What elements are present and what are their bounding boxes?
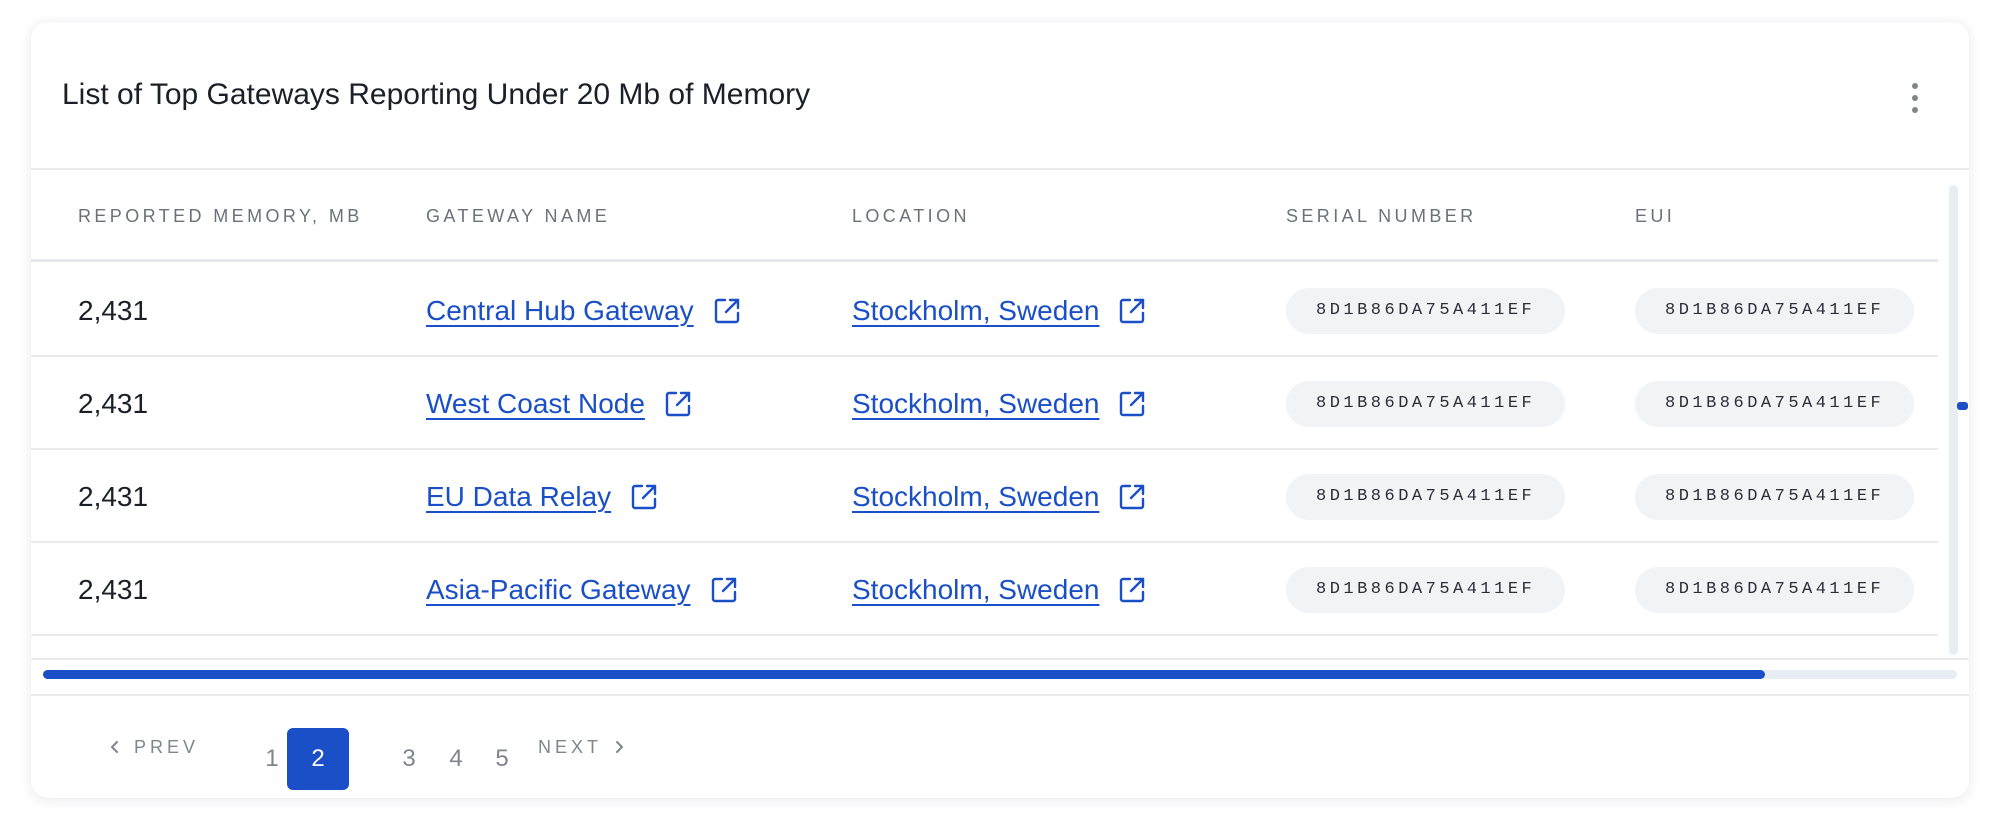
eui-cell: 8D1B86DA75A411EF (1635, 357, 1915, 450)
table-row: 2,431 West Coast Node Stockholm, Sweden … (31, 357, 1938, 450)
location-link[interactable]: Stockholm, Sweden (852, 388, 1099, 420)
card-header: List of Top Gateways Reporting Under 20 … (31, 22, 1969, 170)
serial-number-chip: 8D1B86DA75A411EF (1286, 380, 1566, 427)
eui-chip: 8D1B86DA75A411EF (1635, 566, 1915, 613)
memory-value: 2,431 (78, 573, 149, 605)
vertical-scrollbar-thumb[interactable] (1957, 402, 1968, 410)
table-row: 2,431 Asia-Pacific Gateway Stockholm, Sw… (31, 543, 1938, 636)
kebab-menu-icon[interactable] (1905, 79, 1925, 117)
location-cell: Stockholm, Sweden (852, 264, 1147, 357)
external-link-icon[interactable] (709, 575, 739, 605)
gateway-cell: West Coast Node (426, 357, 693, 450)
eui-chip: 8D1B86DA75A411EF (1635, 380, 1915, 427)
next-label: NEXT (538, 736, 603, 757)
serial-number-chip: 8D1B86DA75A411EF (1286, 566, 1566, 613)
serial-cell: 8D1B86DA75A411EF (1286, 357, 1566, 450)
gateway-name-link[interactable]: West Coast Node (426, 388, 645, 420)
gateway-cell: Asia-Pacific Gateway (426, 543, 739, 636)
eui-chip: 8D1B86DA75A411EF (1635, 287, 1915, 334)
vertical-scrollbar[interactable] (1949, 185, 1958, 655)
serial-number-chip: 8D1B86DA75A411EF (1286, 473, 1566, 520)
memory-cell: 2,431 (78, 264, 148, 357)
gateway-name-link[interactable]: Central Hub Gateway (426, 295, 694, 327)
location-link[interactable]: Stockholm, Sweden (852, 295, 1099, 327)
serial-cell: 8D1B86DA75A411EF (1286, 264, 1566, 357)
serial-cell: 8D1B86DA75A411EF (1286, 450, 1566, 543)
table-header: REPORTED MEMORY, MB GATEWAY NAME LOCATIO… (31, 170, 1938, 262)
gateway-name-link[interactable]: EU Data Relay (426, 481, 611, 513)
prev-label: PREV (134, 736, 200, 757)
column-header-memory[interactable]: REPORTED MEMORY, MB (78, 170, 363, 262)
page-4-button[interactable]: 4 (434, 728, 478, 790)
location-cell: Stockholm, Sweden (852, 357, 1147, 450)
memory-cell: 2,431 (78, 543, 148, 636)
location-link[interactable]: Stockholm, Sweden (852, 574, 1099, 606)
card-title: List of Top Gateways Reporting Under 20 … (62, 78, 811, 111)
external-link-icon[interactable] (1117, 389, 1147, 419)
gateway-cell: EU Data Relay (426, 450, 659, 543)
chevron-left-icon (111, 741, 118, 753)
eui-cell: 8D1B86DA75A411EF (1635, 264, 1915, 357)
serial-cell: 8D1B86DA75A411EF (1286, 543, 1566, 636)
eui-chip: 8D1B86DA75A411EF (1635, 473, 1915, 520)
gateways-table: REPORTED MEMORY, MB GATEWAY NAME LOCATIO… (31, 170, 1938, 654)
gateway-cell: Central Hub Gateway (426, 264, 742, 357)
external-link-icon[interactable] (663, 389, 693, 419)
external-link-icon[interactable] (1117, 575, 1147, 605)
column-header-gateway-name[interactable]: GATEWAY NAME (426, 170, 610, 262)
page-3-button[interactable]: 3 (387, 728, 431, 790)
external-link-icon[interactable] (1117, 482, 1147, 512)
location-cell: Stockholm, Sweden (852, 450, 1147, 543)
table-row: 2,431 Central Hub Gateway Stockholm, Swe… (31, 264, 1938, 357)
prev-page-button[interactable]: PREV (108, 696, 199, 798)
external-link-icon[interactable] (712, 296, 742, 326)
horizontal-scrollbar[interactable] (43, 670, 1957, 679)
table-row: 2,431 EU Data Relay Stockholm, Sweden 8D… (31, 450, 1938, 543)
external-link-icon[interactable] (1117, 296, 1147, 326)
column-header-location[interactable]: LOCATION (852, 170, 970, 262)
eui-cell: 8D1B86DA75A411EF (1635, 543, 1915, 636)
next-page-button[interactable]: NEXT (538, 696, 626, 798)
memory-value: 2,431 (78, 480, 149, 512)
chevron-right-icon (616, 741, 624, 753)
location-cell: Stockholm, Sweden (852, 543, 1147, 636)
page-2-button-current[interactable]: 2 (287, 728, 349, 790)
location-link[interactable]: Stockholm, Sweden (852, 481, 1099, 513)
column-header-serial-number[interactable]: SERIAL NUMBER (1286, 170, 1477, 262)
memory-value: 2,431 (78, 387, 149, 419)
eui-cell: 8D1B86DA75A411EF (1635, 450, 1915, 543)
gateway-name-link[interactable]: Asia-Pacific Gateway (426, 574, 691, 606)
page-5-button[interactable]: 5 (480, 728, 524, 790)
column-header-eui[interactable]: EUI (1635, 170, 1675, 262)
horizontal-scrollbar-thumb[interactable] (43, 670, 1765, 679)
horizontal-scroll-area (31, 658, 1969, 696)
external-link-icon[interactable] (629, 482, 659, 512)
memory-value: 2,431 (78, 294, 149, 326)
gateways-card: List of Top Gateways Reporting Under 20 … (31, 22, 1969, 798)
memory-cell: 2,431 (78, 450, 148, 543)
pagination: PREV 1 2 3 4 5 NEXT (31, 696, 1969, 798)
memory-cell: 2,431 (78, 357, 148, 450)
serial-number-chip: 8D1B86DA75A411EF (1286, 287, 1566, 334)
